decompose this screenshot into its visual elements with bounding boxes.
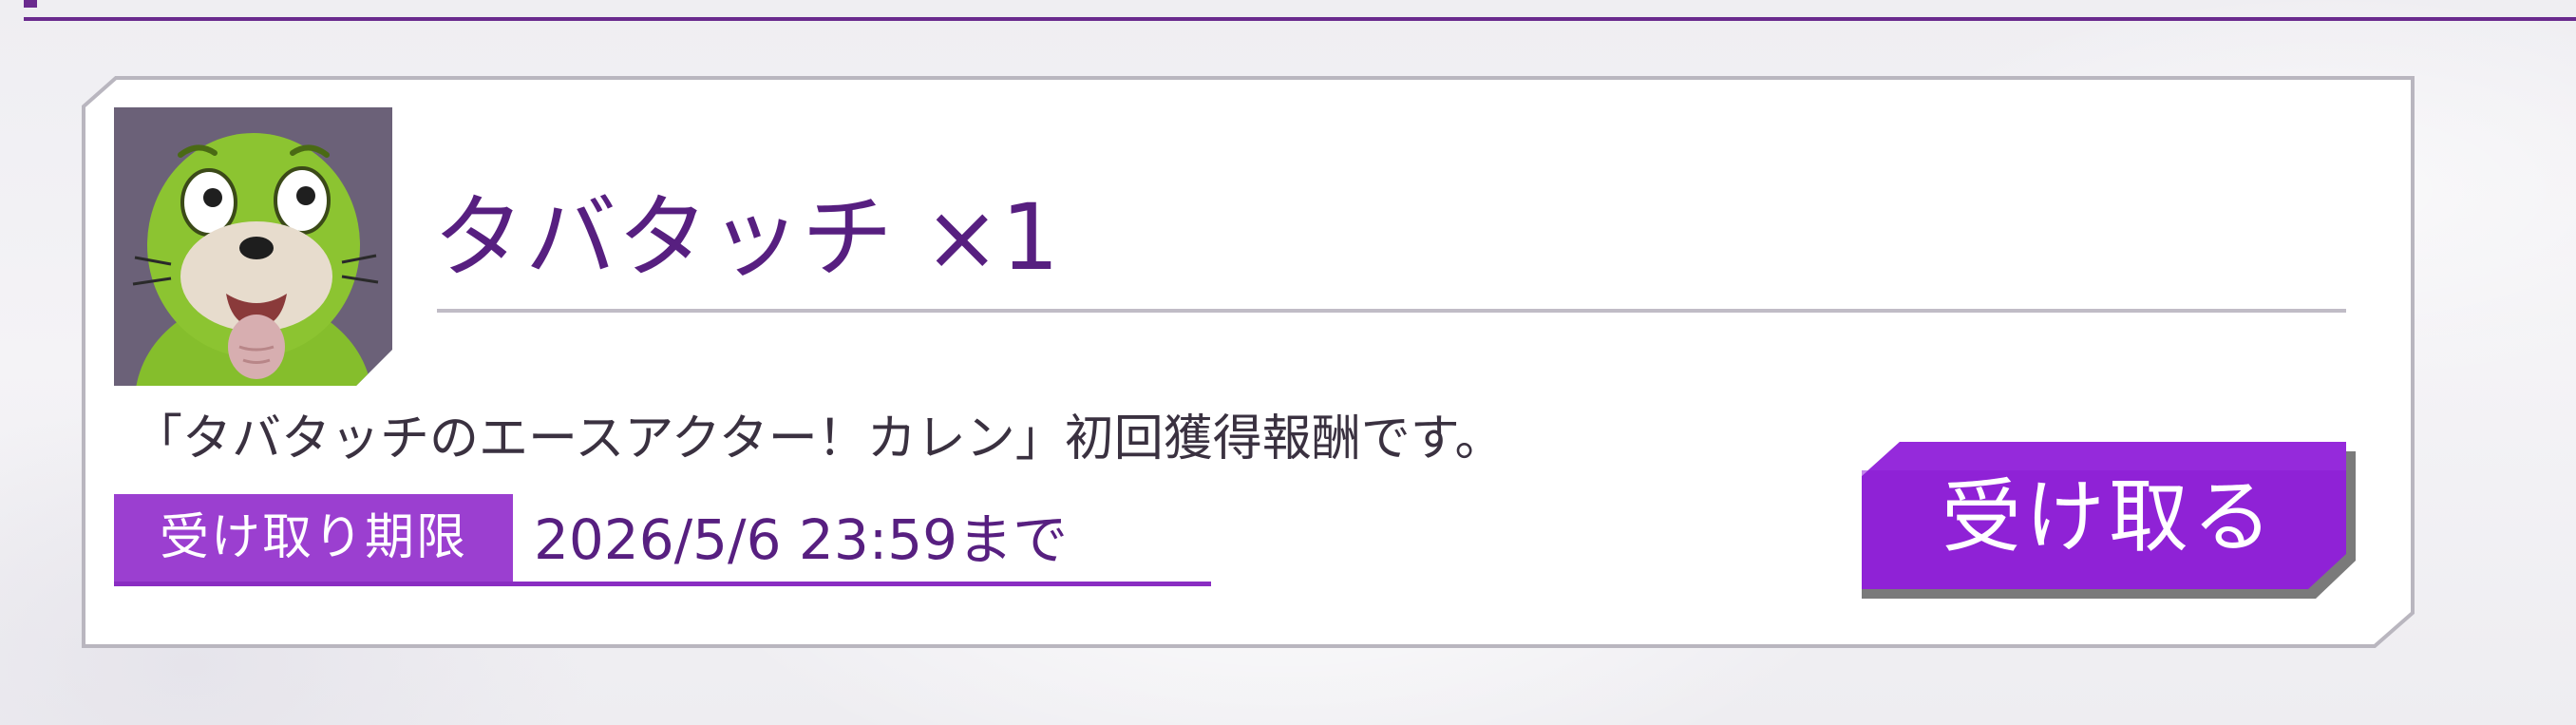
item-icon (114, 107, 392, 386)
reward-description: 「タバタッチのエースアクター！カレン」初回獲得報酬です。 (133, 410, 1505, 467)
item-name: タバタッチ ×1 (433, 184, 1061, 291)
deadline-underline (114, 582, 1211, 586)
deadline-label: 受け取り期限 (114, 494, 513, 582)
deadline-row: 受け取り期限 2026/5/6 23:59まで (114, 494, 1211, 589)
deadline-value: 2026/5/6 23:59まで (534, 507, 1069, 572)
claim-button-label: 受け取る (1941, 470, 2276, 563)
claim-button[interactable]: 受け取る (1862, 442, 2356, 599)
green-sea-lion-mascot-icon (114, 107, 392, 386)
title-underline (437, 309, 2346, 313)
